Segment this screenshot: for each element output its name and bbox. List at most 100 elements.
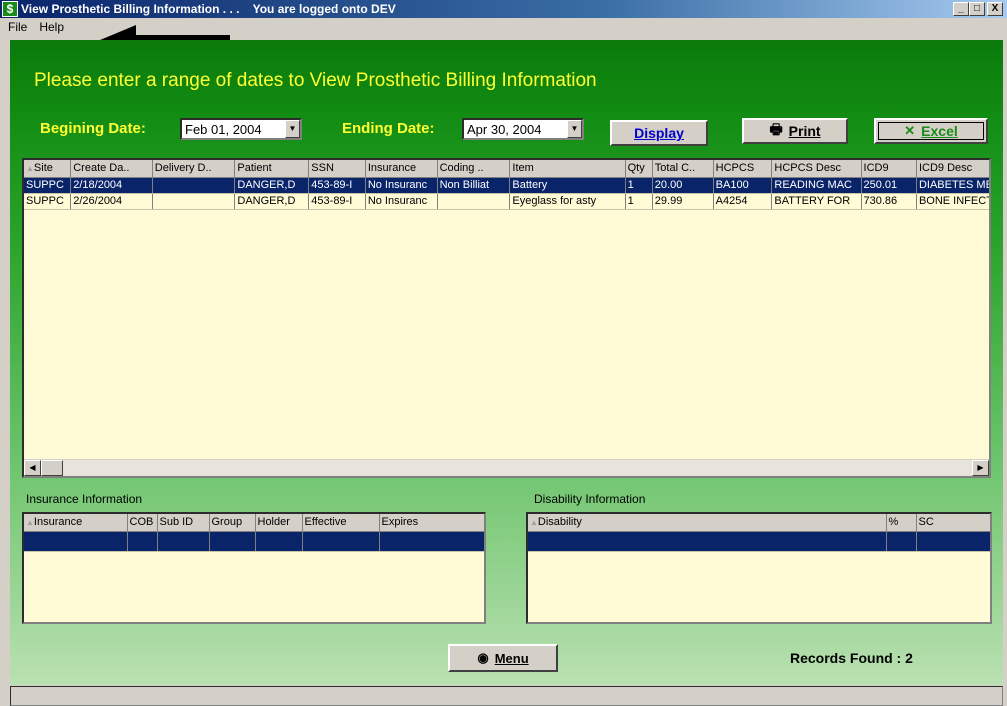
disability-header-2[interactable]: SC bbox=[916, 514, 990, 532]
insurance-header-4[interactable]: Holder bbox=[255, 514, 303, 532]
horizontal-scrollbar[interactable]: ◀ ▶ bbox=[24, 459, 989, 476]
table-cell: Eyeglass for asty bbox=[509, 193, 626, 210]
billing-header-8[interactable]: Qty bbox=[625, 160, 653, 178]
end-date-picker[interactable]: Apr 30, 2004 ▼ bbox=[462, 118, 584, 140]
billing-header-label: ICD9 bbox=[863, 162, 889, 175]
close-button[interactable]: X bbox=[987, 2, 1003, 16]
billing-header-label: SSN bbox=[311, 162, 334, 175]
insurance-header-label: Insurance bbox=[33, 516, 83, 529]
billing-header-label: Qty bbox=[627, 162, 645, 175]
billing-header-11[interactable]: HCPCS Desc bbox=[771, 160, 862, 178]
main-panel: Please enter a range of dates to View Pr… bbox=[10, 40, 1003, 685]
excel-button[interactable]: ✕ Excel bbox=[874, 118, 988, 144]
print-button[interactable]: 🖶 Print bbox=[742, 118, 848, 144]
insurance-header-label: Sub ID bbox=[159, 516, 194, 529]
table-cell: Non Billiat bbox=[437, 177, 511, 194]
print-label: Print bbox=[788, 123, 821, 139]
table-cell: 29.99 bbox=[652, 193, 714, 210]
disability-section-label: Disability Information bbox=[534, 492, 646, 506]
scroll-left-icon[interactable]: ◀ bbox=[24, 460, 41, 476]
billing-grid[interactable]: ▲Site Create Da.. Delivery D.. Patient SSN In… bbox=[22, 158, 991, 478]
billing-header-6[interactable]: Coding .. bbox=[437, 160, 511, 178]
billing-header-label: HCPCS Desc bbox=[774, 162, 841, 175]
table-cell bbox=[528, 531, 887, 552]
end-date-dropdown-icon[interactable]: ▼ bbox=[567, 120, 582, 138]
table-cell: A4254 bbox=[713, 193, 773, 210]
menu-file[interactable]: File bbox=[2, 20, 33, 34]
billing-header-label: HCPCS bbox=[715, 162, 755, 175]
insurance-header-2[interactable]: Sub ID bbox=[157, 514, 210, 532]
table-cell bbox=[152, 177, 236, 194]
billing-header-10[interactable]: HCPCS bbox=[713, 160, 773, 178]
billing-header-4[interactable]: SSN bbox=[308, 160, 366, 178]
dollar-app-icon: $ bbox=[2, 1, 18, 17]
table-cell: BATTERY FOR bbox=[771, 193, 862, 210]
scroll-thumb[interactable] bbox=[41, 460, 63, 476]
menu-button[interactable]: ◉ Menu bbox=[448, 644, 558, 672]
printer-icon: 🖶 bbox=[769, 121, 783, 137]
table-cell bbox=[437, 193, 511, 210]
table-cell bbox=[886, 531, 917, 552]
insurance-header-6[interactable]: Expires bbox=[379, 514, 484, 532]
insurance-header-5[interactable]: Effective bbox=[302, 514, 380, 532]
table-row[interactable] bbox=[24, 531, 484, 552]
begin-date-dropdown-icon[interactable]: ▼ bbox=[285, 120, 300, 138]
table-cell bbox=[152, 193, 236, 210]
page-heading: Please enter a range of dates to View Pr… bbox=[34, 70, 597, 91]
insurance-header-0[interactable]: ▲Insurance bbox=[24, 514, 128, 532]
disability-header-0[interactable]: ▲Disability bbox=[528, 514, 887, 532]
insurance-header-label: Effective bbox=[304, 516, 347, 529]
table-cell: 1 bbox=[625, 177, 653, 194]
billing-header-12[interactable]: ICD9 bbox=[861, 160, 917, 178]
table-cell: 250.01 bbox=[861, 177, 917, 194]
insurance-section-label: Insurance Information bbox=[26, 492, 143, 506]
begin-date-picker[interactable]: Feb 01, 2004 ▼ bbox=[180, 118, 302, 140]
billing-header-2[interactable]: Delivery D.. bbox=[152, 160, 236, 178]
table-cell: READING MAC bbox=[771, 177, 862, 194]
title-bar[interactable]: $ View Prosthetic Billing Information . … bbox=[0, 0, 1007, 18]
billing-header-label: Site bbox=[33, 162, 53, 175]
sort-triangle-icon: ▲ bbox=[530, 518, 538, 528]
status-bar bbox=[10, 686, 1003, 706]
billing-header-label: Insurance bbox=[367, 162, 417, 175]
billing-header-13[interactable]: ICD9 Desc bbox=[916, 160, 989, 178]
billing-header-0[interactable]: ▲Site bbox=[24, 160, 72, 178]
billing-header-5[interactable]: Insurance bbox=[365, 160, 438, 178]
table-row[interactable]: SUPPC 2/26/2004 DANGER,D 453-89-I No Insuran… bbox=[24, 193, 989, 210]
table-cell: 730.86 bbox=[861, 193, 917, 210]
billing-header-label: Patient bbox=[237, 162, 272, 175]
menu-help[interactable]: Help bbox=[33, 20, 70, 34]
billing-header-label: Delivery D.. bbox=[154, 162, 212, 175]
table-cell bbox=[302, 531, 380, 552]
maximize-button[interactable]: □ bbox=[969, 2, 985, 16]
table-cell: No Insuranc bbox=[365, 193, 438, 210]
billing-header-1[interactable]: Create Da.. bbox=[70, 160, 153, 178]
table-cell: 2/18/2004 bbox=[70, 177, 153, 194]
records-found: Records Found : 2 bbox=[790, 650, 913, 666]
table-cell: Battery bbox=[509, 177, 626, 194]
table-cell bbox=[255, 531, 303, 552]
minimize-button[interactable]: _ bbox=[953, 2, 969, 16]
billing-header-9[interactable]: Total C.. bbox=[652, 160, 714, 178]
table-cell: 1 bbox=[625, 193, 653, 210]
disability-header-1[interactable]: % bbox=[886, 514, 917, 532]
table-cell: DANGER,D bbox=[234, 193, 310, 210]
table-cell bbox=[127, 531, 158, 552]
disability-grid[interactable]: ▲Disability% SC bbox=[526, 512, 992, 624]
insurance-grid[interactable]: ▲Insurance COB Sub ID Group Holder Effective E… bbox=[22, 512, 486, 624]
display-button[interactable]: Display bbox=[610, 120, 708, 146]
table-cell: SUPPC bbox=[24, 193, 72, 210]
table-cell: 20.00 bbox=[652, 177, 714, 194]
billing-header-7[interactable]: Item bbox=[509, 160, 626, 178]
billing-header-label: ICD9 Desc bbox=[918, 162, 973, 175]
billing-header-3[interactable]: Patient bbox=[234, 160, 310, 178]
table-row[interactable] bbox=[528, 531, 990, 552]
scroll-right-icon[interactable]: ▶ bbox=[972, 460, 989, 476]
table-cell bbox=[209, 531, 256, 552]
excel-label: Excel bbox=[921, 123, 958, 139]
table-cell bbox=[157, 531, 210, 552]
table-row[interactable]: SUPPC 2/18/2004 DANGER,D 453-89-I No Insuran… bbox=[24, 177, 989, 194]
sort-triangle-icon: ▲ bbox=[26, 518, 34, 528]
insurance-header-3[interactable]: Group bbox=[209, 514, 256, 532]
insurance-header-1[interactable]: COB bbox=[127, 514, 158, 532]
